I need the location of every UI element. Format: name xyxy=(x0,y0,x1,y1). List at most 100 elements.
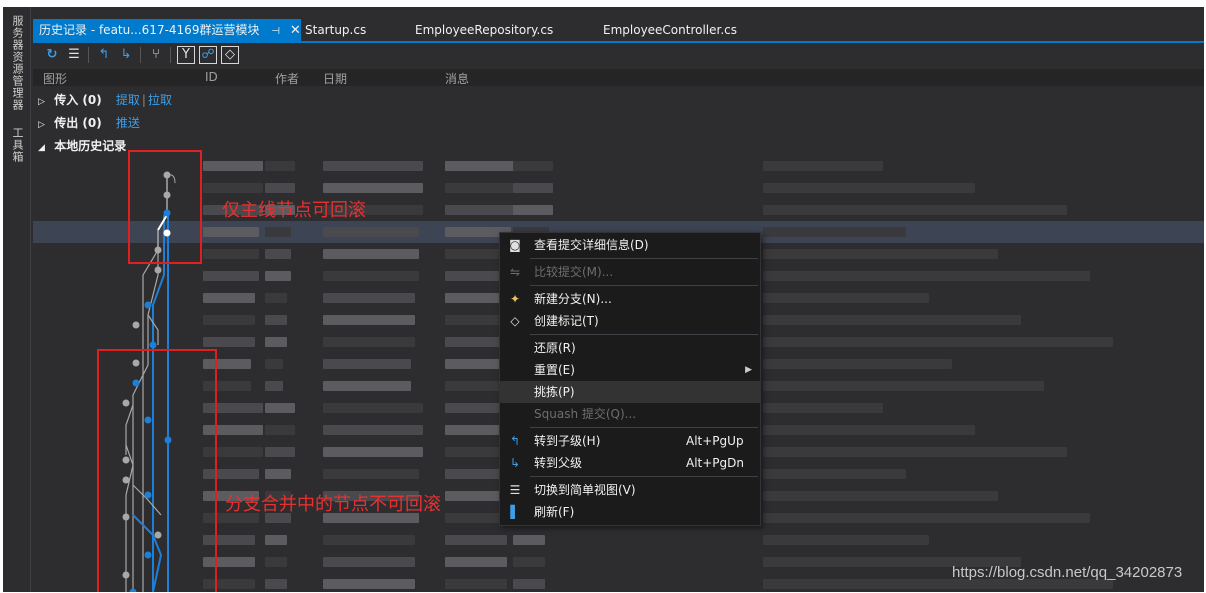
tab-history[interactable]: 历史记录 - featu...617-4169群运营模块 ⊣ ✕ xyxy=(33,19,301,41)
commit-node[interactable] xyxy=(154,266,162,274)
menu-item[interactable]: ☰ 切换到简单视图(V) xyxy=(500,479,760,501)
redacted-cell xyxy=(763,469,906,479)
redacted-cell xyxy=(203,161,263,171)
menu-item-label: 重置(E) xyxy=(534,363,575,377)
branch-graph-icon[interactable]: ⑂ xyxy=(147,46,165,64)
menu-item[interactable]: 挑拣(P) xyxy=(500,381,760,403)
column-date[interactable]: 日期 xyxy=(323,70,347,87)
goto-parent-icon[interactable]: ↳ xyxy=(117,46,135,64)
redacted-cell xyxy=(265,403,295,413)
menu-item[interactable]: ↳ 转到父级 Alt+PgDn xyxy=(500,452,760,474)
menu-item[interactable]: 重置(E) ▶ xyxy=(500,359,760,381)
outgoing-section[interactable]: ▷ 传出 (0) 推送 xyxy=(33,112,1204,134)
menu-item-label: 切换到简单视图(V) xyxy=(534,483,636,497)
menu-item: ⇋ 比较提交(M)... xyxy=(500,261,760,283)
server-explorer-tab[interactable]: 服务器资源管理器 xyxy=(9,15,25,111)
history-toolbar: ↻ ☰ ↰ ↳ ⑂ Y ☍ ◇ xyxy=(33,43,1204,67)
redacted-cell xyxy=(203,271,259,281)
redacted-cell xyxy=(323,557,415,567)
history-window: 服务器资源管理器 工具箱 历史记录 - featu...617-4169群运营模… xyxy=(3,7,1204,592)
redacted-cell xyxy=(763,381,1044,391)
redacted-cell xyxy=(763,447,1067,457)
tab-startup[interactable]: Startup.cs xyxy=(305,19,366,41)
tag-icon[interactable]: ◇ xyxy=(221,46,239,64)
redacted-cell xyxy=(763,491,998,501)
redacted-cell xyxy=(445,161,515,171)
column-graph[interactable]: 图形 xyxy=(43,70,67,87)
local-history-section[interactable]: ◢ 本地历史记录 xyxy=(33,135,1204,157)
show-remote-icon[interactable]: ☍ xyxy=(199,46,217,64)
goto-child-icon: ↰ xyxy=(509,434,521,448)
pull-link[interactable]: 拉取 xyxy=(148,93,172,107)
redacted-cell xyxy=(445,205,515,215)
menu-item-label: 挑拣(P) xyxy=(534,385,575,399)
redacted-cell xyxy=(323,535,415,545)
redacted-cell xyxy=(265,381,283,391)
redacted-cell xyxy=(763,535,929,545)
menu-item-label: 还原(R) xyxy=(534,341,576,355)
simple-view-icon: ☰ xyxy=(509,483,521,497)
list-view-icon[interactable]: ☰ xyxy=(65,46,83,64)
tab-employee-controller[interactable]: EmployeeController.cs xyxy=(603,19,737,41)
tag-icon: ◇ xyxy=(510,314,520,328)
menu-item-shortcut: Alt+PgDn xyxy=(686,456,745,470)
table-row[interactable] xyxy=(33,199,1204,221)
column-author[interactable]: 作者 xyxy=(275,70,299,87)
redacted-cell xyxy=(323,315,415,325)
menu-item[interactable]: 还原(R) xyxy=(500,337,760,359)
toolbox-tab[interactable]: 工具箱 xyxy=(9,127,25,163)
redacted-cell xyxy=(265,557,287,567)
column-message[interactable]: 消息 xyxy=(445,70,469,87)
redacted-cell xyxy=(265,293,287,303)
column-header: 图形 ID 作者 日期 消息 xyxy=(33,69,1204,86)
column-id[interactable]: ID xyxy=(205,70,218,84)
menu-item[interactable]: ◙ 查看提交详细信息(D) xyxy=(500,234,760,256)
expand-arrow-icon[interactable]: ▷ xyxy=(38,91,50,113)
redacted-cell xyxy=(763,183,975,193)
expand-arrow-icon[interactable]: ▷ xyxy=(38,114,50,136)
redacted-cell xyxy=(763,425,975,435)
redacted-cell xyxy=(763,205,1067,215)
menu-item-label: 刷新(F) xyxy=(534,505,575,519)
fetch-link[interactable]: 提取 xyxy=(116,93,140,107)
redacted-cell xyxy=(323,337,415,347)
redacted-cell xyxy=(323,359,411,369)
table-row[interactable] xyxy=(33,177,1204,199)
redacted-cell xyxy=(323,293,415,303)
redacted-cell xyxy=(763,161,883,171)
redacted-cell xyxy=(323,425,423,435)
close-icon[interactable]: ✕ xyxy=(290,23,301,38)
goto-child-icon[interactable]: ↰ xyxy=(95,46,113,64)
commit-node[interactable] xyxy=(144,301,152,309)
show-merge-icon[interactable]: Y xyxy=(177,46,195,64)
menu-item[interactable]: ↰ 转到子级(H) Alt+PgUp xyxy=(500,430,760,452)
link-separator: | xyxy=(141,93,146,107)
incoming-section[interactable]: ▷ 传入 (0) 提取 | 拉取 xyxy=(33,89,1204,111)
context-menu: ◙ 查看提交详细信息(D) ⇋ 比较提交(M)... ✦ 新建分支(N)... ◇ 创建标记(… xyxy=(499,232,761,526)
menu-item-label: Squash 提交(Q)... xyxy=(534,407,637,421)
redacted-cell xyxy=(265,359,283,369)
redacted-cell xyxy=(323,469,419,479)
menu-item[interactable]: ◇ 创建标记(T) xyxy=(500,310,760,332)
tab-employee-repository[interactable]: EmployeeRepository.cs xyxy=(415,19,553,41)
watermark: https://blog.csdn.net/qq_34202873 xyxy=(952,564,1183,581)
redacted-cell xyxy=(445,535,507,545)
redacted-cell xyxy=(265,271,291,281)
commit-node[interactable] xyxy=(149,341,157,349)
redacted-cell xyxy=(445,557,507,567)
redacted-cell xyxy=(323,161,423,171)
menu-item[interactable]: ✦ 新建分支(N)... xyxy=(500,288,760,310)
refresh-icon[interactable]: ↻ xyxy=(43,46,61,64)
redacted-cell xyxy=(265,447,295,457)
redacted-cell xyxy=(513,205,553,215)
commit-node[interactable] xyxy=(132,321,140,329)
redacted-cell xyxy=(203,249,259,259)
menu-item-label: 转到父级 xyxy=(534,456,583,470)
redacted-cell xyxy=(763,227,906,237)
redacted-cell xyxy=(265,183,295,193)
redacted-cell xyxy=(265,425,295,435)
push-link[interactable]: 推送 xyxy=(116,116,140,130)
pin-icon[interactable]: ⊣ xyxy=(271,26,280,37)
table-row[interactable] xyxy=(33,155,1204,177)
menu-item[interactable]: ▌ 刷新(F) xyxy=(500,501,760,523)
